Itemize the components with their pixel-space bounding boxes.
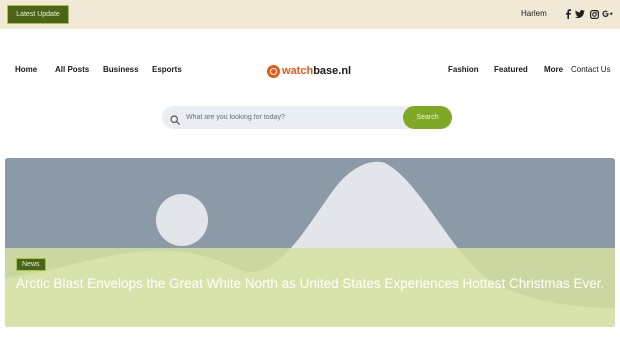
twitter-icon[interactable] [574, 8, 586, 20]
top-bar: Latest Update Harlem [0, 0, 620, 29]
nav-esports[interactable]: Esports [152, 65, 182, 74]
nav-featured[interactable]: Featured [494, 65, 528, 74]
facebook-icon[interactable] [562, 8, 574, 20]
category-badge[interactable]: News [16, 258, 46, 271]
hero-headline[interactable]: Arctic Blast Envelops the Great White No… [16, 275, 606, 293]
nav-all-posts[interactable]: All Posts [55, 65, 89, 74]
nav-business[interactable]: Business [103, 65, 139, 74]
nav-fashion[interactable]: Fashion [448, 65, 479, 74]
featured-post-card[interactable]: News Arctic Blast Envelops the Great Whi… [5, 158, 615, 327]
city-label: Harlem [521, 9, 547, 18]
watch-logo-icon [267, 64, 280, 78]
nav-home[interactable]: Home [15, 65, 37, 74]
logo-text-watch: watch [282, 65, 314, 77]
nav-contact-us[interactable]: Contact Us [571, 65, 611, 74]
logo-text-base: base.nl [313, 65, 352, 77]
search-icon [170, 112, 180, 130]
google-plus-icon[interactable] [601, 8, 613, 20]
search-bar: Search [162, 106, 452, 129]
instagram-icon[interactable] [588, 8, 600, 20]
latest-update-button[interactable]: Latest Update [7, 5, 69, 24]
nav-more[interactable]: More [544, 65, 563, 74]
site-logo[interactable]: watch base.nl [267, 63, 351, 79]
search-button[interactable]: Search [403, 106, 452, 129]
search-input[interactable] [186, 106, 396, 129]
